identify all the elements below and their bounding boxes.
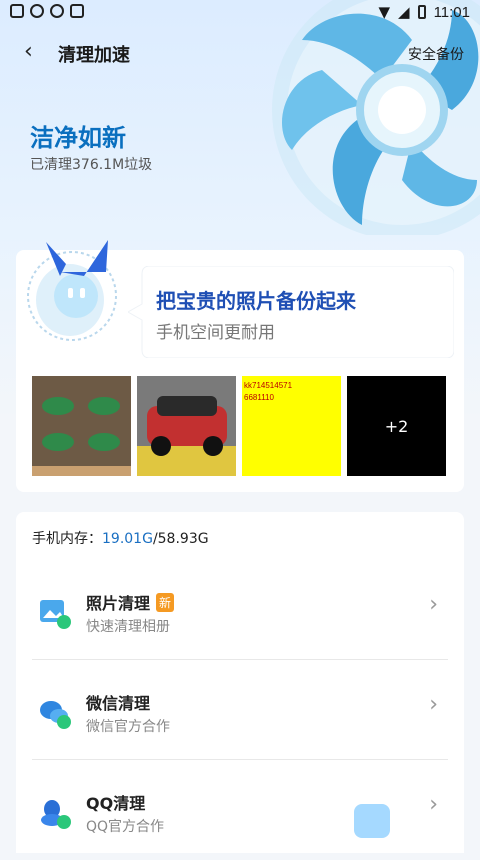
watermark-logo <box>354 804 390 838</box>
storage-label: 手机内存： <box>32 531 102 547</box>
list-item-desc: QQ官方合作 <box>86 819 165 835</box>
photo-thumbnail[interactable]: kk714514571 6681110 <box>242 376 341 476</box>
notification-icon <box>10 4 24 18</box>
photo-thumbnails: kk714514571 6681110 +2 <box>32 376 448 476</box>
photo-thumbnail[interactable] <box>32 376 131 476</box>
list-item-desc: 快速清理相册 <box>86 619 170 635</box>
list-item-title: 照片清理新 <box>86 590 175 614</box>
storage-used: 19.01G <box>102 531 153 547</box>
more-photos-tile[interactable]: +2 <box>347 376 446 476</box>
chevron-right-icon: › <box>429 792 438 817</box>
battery-icon <box>417 5 426 19</box>
list-item-photo-clean[interactable]: 照片清理新 快速清理相册 › <box>32 560 448 660</box>
bug-icon <box>50 4 64 18</box>
promo-title: 把宝贵的照片备份起来 <box>156 289 356 313</box>
top-bar: ‹ 清理加速 安全备份 <box>0 36 480 70</box>
app-icon <box>30 4 44 18</box>
signal-icon: ◢ <box>398 3 410 21</box>
new-badge: 新 <box>156 593 175 612</box>
thumbnail-text: 6681110 <box>244 393 274 402</box>
wechat-clean-icon <box>40 701 71 729</box>
list-item-wechat-clean[interactable]: 微信清理 微信官方合作 › <box>32 660 448 760</box>
photo-thumbnail[interactable] <box>137 376 236 476</box>
status-bar: ▼ ◢ 11:01 <box>0 0 480 26</box>
clean-status-headline: 洁净如新 <box>30 124 126 152</box>
promo-subtitle: 手机空间更耐用 <box>156 323 275 343</box>
safe-backup-button[interactable]: 安全备份 <box>408 44 464 64</box>
storage-total: /58.93G <box>152 531 209 547</box>
robot-mascot-icon <box>27 240 117 341</box>
wifi-icon: ▼ <box>378 3 391 21</box>
cleaned-amount: 已清理376.1M垃圾 <box>30 157 153 173</box>
qq-clean-icon <box>41 800 71 829</box>
thumbnail-text: kk714514571 <box>244 381 293 390</box>
more-photos-count: +2 <box>384 416 409 436</box>
cleaning-options-card: 手机内存：19.01G/58.93G 照片清理新 快速清理相册 › 微信清理 微… <box>16 512 464 853</box>
page-title: 清理加速 <box>58 45 130 66</box>
list-item-title: 微信清理 <box>86 694 151 713</box>
chevron-right-icon: › <box>429 692 438 717</box>
a-icon <box>70 4 84 18</box>
storage-info: 手机内存：19.01G/58.93G <box>32 528 209 548</box>
list-item-title: QQ清理 <box>86 794 146 813</box>
photo-clean-icon <box>40 600 71 629</box>
list-item-desc: 微信官方合作 <box>86 719 170 735</box>
photo-backup-card[interactable]: 把宝贵的照片备份起来 手机空间更耐用 kk714514571 6681110 +… <box>16 240 464 492</box>
clock: 11:01 <box>433 3 470 21</box>
chevron-right-icon: › <box>429 592 438 617</box>
back-icon[interactable]: ‹ <box>24 39 33 64</box>
